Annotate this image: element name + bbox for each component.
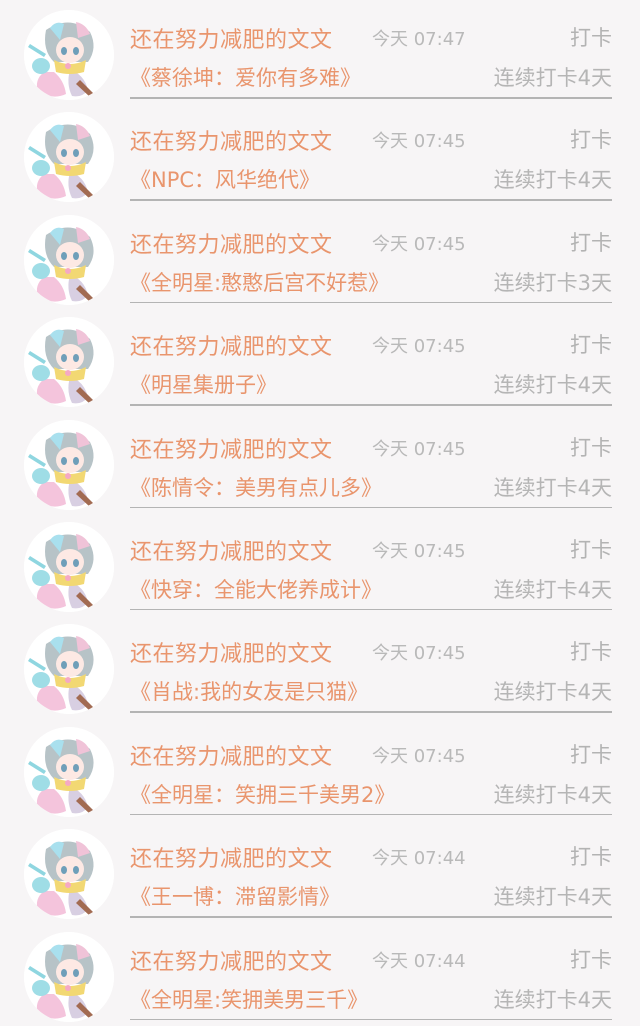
book-title[interactable]: 《全明星:憨憨后宫不好惹》 <box>130 267 389 297</box>
book-title[interactable]: 《蔡徐坤：爱你有多难》 <box>130 62 361 92</box>
book-title[interactable]: 《肖战:我的女友是只猫》 <box>130 676 368 706</box>
timestamp: 今天 07:45 <box>372 131 466 153</box>
checkin-label: 打卡 <box>570 537 612 562</box>
divider <box>130 301 612 304</box>
streak-text: 连续打卡4天 <box>493 987 612 1012</box>
book-title[interactable]: 《明星集册子》 <box>130 369 277 399</box>
streak-text: 连续打卡4天 <box>493 577 612 602</box>
divider <box>130 97 612 99</box>
user-name[interactable]: 还在努力减肥的文文 <box>130 329 333 361</box>
divider <box>130 916 612 918</box>
divider <box>130 404 612 406</box>
avatar[interactable] <box>24 419 114 510</box>
list-item[interactable]: 还在努力减肥的文文 今天 07:45 打卡 《陈情令：美男有点儿多》 连续打卡4… <box>0 410 640 512</box>
user-name[interactable]: 还在努力减肥的文文 <box>130 841 333 873</box>
list-item[interactable]: 还在努力减肥的文文 今天 07:45 打卡 《全明星：笑拥三千美男2》 连续打卡… <box>0 717 640 819</box>
book-title[interactable]: 《全明星:笑拥美男三千》 <box>130 984 368 1014</box>
streak-text: 连续打卡4天 <box>493 782 612 807</box>
avatar[interactable] <box>24 521 114 612</box>
timestamp: 今天 07:44 <box>372 848 466 870</box>
divider <box>130 1018 612 1021</box>
streak-text: 连续打卡4天 <box>493 885 612 910</box>
user-name[interactable]: 还在努力减肥的文文 <box>130 944 333 976</box>
book-title[interactable]: 《快穿：全能大佬养成计》 <box>130 574 382 604</box>
user-name[interactable]: 还在努力减肥的文文 <box>130 534 333 566</box>
avatar[interactable] <box>24 10 114 100</box>
user-name[interactable]: 还在努力减肥的文文 <box>130 22 333 54</box>
streak-text: 连续打卡4天 <box>493 168 612 193</box>
divider <box>130 199 612 201</box>
list-item[interactable]: 还在努力减肥的文文 今天 07:45 打卡 《明星集册子》 连续打卡4天 <box>0 307 640 409</box>
streak-text: 连续打卡4天 <box>493 373 612 398</box>
checkin-label: 打卡 <box>570 742 612 767</box>
streak-text: 连续打卡4天 <box>493 475 612 500</box>
timestamp: 今天 07:45 <box>372 438 466 460</box>
checkin-label: 打卡 <box>570 333 612 358</box>
user-name[interactable]: 还在努力减肥的文文 <box>130 432 333 464</box>
list-item[interactable]: 还在努力减肥的文文 今天 07:45 打卡 《NPC：风华绝代》 连续打卡4天 <box>0 102 640 204</box>
user-name[interactable]: 还在努力减肥的文文 <box>130 227 333 259</box>
list-item[interactable]: 还在努力减肥的文文 今天 07:45 打卡 《快穿：全能大佬养成计》 连续打卡4… <box>0 512 640 614</box>
timestamp: 今天 07:47 <box>372 29 466 50</box>
timestamp: 今天 07:45 <box>372 336 466 358</box>
avatar[interactable] <box>24 112 114 203</box>
checkin-label: 打卡 <box>570 128 612 153</box>
timestamp: 今天 07:45 <box>372 233 466 255</box>
avatar[interactable] <box>24 317 114 408</box>
user-name[interactable]: 还在努力减肥的文文 <box>130 739 333 771</box>
checkin-label: 打卡 <box>570 26 612 50</box>
checkin-label: 打卡 <box>570 435 612 460</box>
user-name[interactable]: 还在努力减肥的文文 <box>130 636 333 668</box>
timestamp: 今天 07:45 <box>372 540 466 562</box>
avatar[interactable] <box>24 726 114 817</box>
avatar[interactable] <box>24 624 114 715</box>
streak-text: 连续打卡4天 <box>493 66 612 90</box>
avatar[interactable] <box>24 214 114 305</box>
timestamp: 今天 07:45 <box>372 745 466 767</box>
book-title[interactable]: 《王一博：滞留影情》 <box>130 881 340 911</box>
checkin-label: 打卡 <box>570 230 612 255</box>
book-title[interactable]: 《全明星：笑拥三千美男2》 <box>130 779 395 809</box>
divider <box>130 711 612 713</box>
avatar[interactable] <box>24 829 114 920</box>
list-item[interactable]: 还在努力减肥的文文 今天 07:44 打卡 《王一博：滞留影情》 连续打卡4天 <box>0 819 640 921</box>
checkin-label: 打卡 <box>570 845 612 870</box>
checkin-label: 打卡 <box>570 947 612 972</box>
divider <box>130 506 612 509</box>
divider <box>130 813 612 816</box>
checkin-label: 打卡 <box>570 640 612 665</box>
streak-text: 连续打卡4天 <box>493 680 612 705</box>
checkin-list: 还在努力减肥的文文 今天 07:47 打卡 《蔡徐坤：爱你有多难》 连续打卡4天… <box>0 0 640 1024</box>
user-name[interactable]: 还在努力减肥的文文 <box>130 124 333 156</box>
list-item[interactable]: 还在努力减肥的文文 今天 07:47 打卡 《蔡徐坤：爱你有多难》 连续打卡4天 <box>0 0 640 102</box>
book-title[interactable]: 《陈情令：美男有点儿多》 <box>130 472 382 502</box>
list-item[interactable]: 还在努力减肥的文文 今天 07:45 打卡 《全明星:憨憨后宫不好惹》 连续打卡… <box>0 205 640 307</box>
divider <box>130 608 612 611</box>
timestamp: 今天 07:44 <box>372 950 466 972</box>
avatar[interactable] <box>24 931 114 1022</box>
list-item[interactable]: 还在努力减肥的文文 今天 07:44 打卡 《全明星:笑拥美男三千》 连续打卡4… <box>0 922 640 1024</box>
list-item[interactable]: 还在努力减肥的文文 今天 07:45 打卡 《肖战:我的女友是只猫》 连续打卡4… <box>0 614 640 716</box>
book-title[interactable]: 《NPC：风华绝代》 <box>130 164 320 194</box>
timestamp: 今天 07:45 <box>372 643 466 665</box>
streak-text: 连续打卡3天 <box>493 270 612 295</box>
